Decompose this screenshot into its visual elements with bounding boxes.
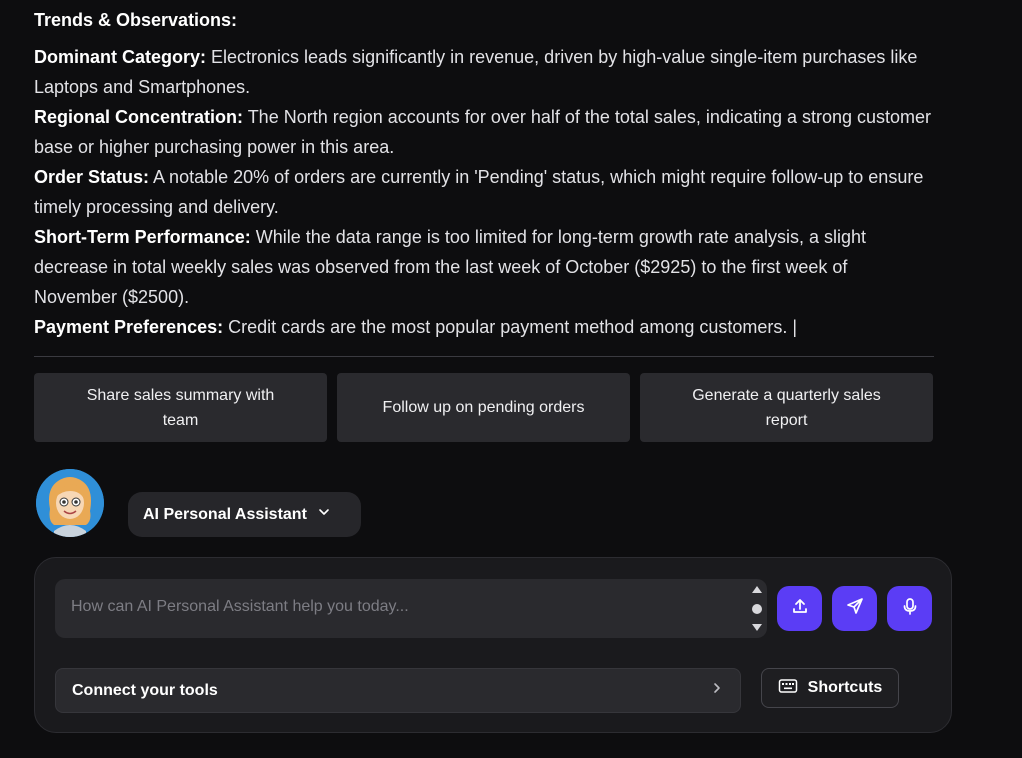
suggestion-share-summary-button[interactable]: Share sales summary with team — [34, 373, 327, 442]
observation-label: Dominant Category: — [34, 47, 207, 67]
connect-tools-button[interactable]: Connect your tools — [55, 668, 741, 713]
observation-regional-concentration: Regional Concentration: The North region… — [34, 102, 934, 162]
message-input-container — [55, 579, 767, 638]
upload-button[interactable] — [777, 586, 822, 631]
suggestion-chips: Share sales summary with team Follow up … — [34, 373, 933, 442]
observation-order-status: Order Status: A notable 20% of orders ar… — [34, 162, 934, 222]
assistant-name: AI Personal Assistant — [143, 505, 307, 523]
response-heading: Trends & Observations: — [34, 10, 238, 30]
input-scrollbar[interactable] — [749, 581, 765, 636]
observation-text: Credit cards are the most popular paymen… — [223, 317, 798, 337]
observation-label: Regional Concentration: — [34, 107, 244, 127]
keyboard-icon — [778, 678, 798, 699]
shortcuts-label: Shortcuts — [807, 679, 883, 696]
observation-text: A notable 20% of orders are currently in… — [34, 167, 924, 217]
suggestion-quarterly-report-button[interactable]: Generate a quarterly sales report — [640, 373, 933, 442]
avatar-illustration — [36, 469, 104, 537]
chevron-right-icon — [710, 681, 724, 700]
observation-short-term-performance: Short-Term Performance: While the data r… — [34, 222, 934, 312]
divider — [34, 356, 934, 357]
microphone-icon — [900, 596, 920, 621]
avatar — [36, 469, 104, 537]
connect-tools-label: Connect your tools — [72, 681, 218, 699]
observation-dominant-category: Dominant Category: Electronics leads sig… — [34, 42, 934, 102]
message-input[interactable] — [55, 579, 745, 638]
microphone-button[interactable] — [887, 586, 932, 631]
suggestion-follow-up-button[interactable]: Follow up on pending orders — [337, 373, 630, 442]
chevron-down-icon — [317, 505, 331, 524]
observation-label: Short-Term Performance: — [34, 227, 251, 247]
shortcuts-button[interactable]: Shortcuts — [761, 668, 899, 708]
observation-label: Order Status: — [34, 167, 150, 187]
observation-label: Payment Preferences: — [34, 317, 224, 337]
send-icon — [845, 596, 865, 621]
upload-icon — [790, 596, 810, 621]
observation-payment-preferences: Payment Preferences: Credit cards are th… — [34, 312, 934, 342]
chat-composer: Connect your tools Shortcuts — [34, 557, 952, 733]
assistant-response: Trends & Observations: Dominant Category… — [34, 8, 934, 342]
send-button[interactable] — [832, 586, 877, 631]
assistant-selector[interactable]: AI Personal Assistant — [128, 492, 361, 537]
